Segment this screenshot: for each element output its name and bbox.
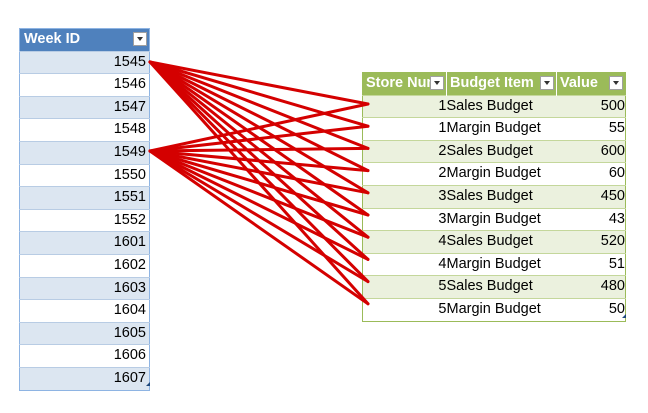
week-table-resize-handle[interactable] [146,382,150,386]
week-id-cell[interactable]: 1546 [19,73,150,97]
budget-item-cell[interactable]: Sales Budget [446,230,557,254]
store-number-cell[interactable]: 5 [362,297,447,322]
week-id-cell[interactable]: 1606 [19,344,150,368]
budget-table-resize-handle[interactable] [622,314,626,318]
connector-line [148,60,370,195]
connector-line [148,60,370,306]
week-id-cell[interactable]: 1605 [19,321,150,345]
week-id-table: Week ID 1545 1546 1547 1548 1549 1550 15… [19,28,150,391]
store-number-cell[interactable]: 5 [362,275,447,299]
store-number-cell[interactable]: 3 [362,184,447,209]
connector-line [148,60,370,284]
week-id-cell[interactable]: 1602 [19,253,150,278]
budget-row: 5 Margin Budget 50 [362,297,626,322]
budget-row: 4 Margin Budget 51 [362,252,626,276]
value-cell[interactable]: 51 [556,252,626,276]
connector-line [148,149,370,284]
connector-line [148,60,370,261]
connector-line [148,60,370,217]
budget-item-cell[interactable]: Margin Budget [446,117,557,141]
store-number-cell[interactable]: 1 [362,117,447,141]
connector-line [148,124,370,153]
week-id-cell[interactable]: 1604 [19,299,150,323]
budget-row: 3 Sales Budget 450 [362,184,626,209]
store-number-cell[interactable]: 4 [362,230,447,254]
week-id-header-label: Week ID [24,31,81,47]
budget-item-cell[interactable]: Margin Budget [446,207,557,231]
budget-item-header: Budget Item [446,72,557,96]
budget-row: 3 Margin Budget 43 [362,207,626,231]
budget-item-cell[interactable]: Margin Budget [446,252,557,276]
week-id-cell[interactable]: 1601 [19,231,150,255]
connector-line [148,149,370,261]
budget-item-cell[interactable]: Margin Budget [446,162,557,186]
value-filter-dropdown-icon[interactable] [609,76,623,90]
connector-line [148,149,370,217]
week-id-cell[interactable]: 1549 [19,140,150,165]
connector-line [148,146,370,153]
week-id-cell[interactable]: 1607 [19,366,150,390]
value-cell[interactable]: 55 [556,117,626,141]
budget-row: 4 Sales Budget 520 [362,230,626,254]
budget-row: 1 Margin Budget 55 [362,117,626,141]
value-cell[interactable]: 480 [556,275,626,299]
store-number-cell[interactable]: 2 [362,162,447,186]
budget-item-filter-dropdown-icon[interactable] [540,76,554,90]
connector-line [148,149,370,239]
connector-line [148,60,370,128]
store-number-cell[interactable]: 1 [362,94,447,118]
budget-table: Store Number Budget Item Value 1 Sales B… [362,72,626,322]
value-cell[interactable]: 450 [556,184,626,209]
store-number-cell[interactable]: 4 [362,252,447,276]
week-id-cell[interactable]: 1551 [19,186,150,210]
budget-row: 1 Sales Budget 500 [362,94,626,118]
connector-line [148,60,370,239]
budget-item-cell[interactable]: Sales Budget [446,94,557,118]
connector-line [148,60,370,173]
value-header-label: Value [560,75,598,91]
connector-line [148,60,370,150]
value-cell[interactable]: 520 [556,230,626,254]
value-cell[interactable]: 600 [556,139,626,163]
budget-row: 2 Margin Budget 60 [362,162,626,186]
budget-item-header-label: Budget Item [450,75,534,91]
value-cell[interactable]: 60 [556,162,626,186]
store-number-header-label: Store Number [366,75,430,91]
week-id-filter-dropdown-icon[interactable] [133,32,147,46]
store-number-cell[interactable]: 2 [362,139,447,163]
store-number-filter-dropdown-icon[interactable] [430,76,444,90]
week-id-cell[interactable]: 1547 [19,95,150,119]
budget-item-cell[interactable]: Sales Budget [446,184,557,209]
store-number-header: Store Number [362,72,447,96]
connector-line [148,149,370,173]
budget-item-cell[interactable]: Margin Budget [446,297,557,322]
week-id-cell[interactable]: 1550 [19,163,150,187]
week-id-cell[interactable]: 1548 [19,118,150,142]
connector-line [148,149,370,195]
store-number-cell[interactable]: 3 [362,207,447,231]
week-id-header: Week ID [19,28,150,52]
budget-row: 2 Sales Budget 600 [362,139,626,163]
connector-line [148,60,370,106]
value-cell[interactable]: 500 [556,94,626,118]
value-header: Value [556,72,626,96]
week-id-cell[interactable]: 1603 [19,276,150,300]
budget-row: 5 Sales Budget 480 [362,275,626,299]
budget-item-cell[interactable]: Sales Budget [446,139,557,163]
value-cell[interactable]: 43 [556,207,626,231]
week-id-cell[interactable]: 1552 [19,208,150,232]
week-id-cell[interactable]: 1545 [19,50,150,74]
connector-line [148,149,370,306]
connector-line [148,102,370,153]
value-cell[interactable]: 50 [556,297,626,322]
budget-item-cell[interactable]: Sales Budget [446,275,557,299]
